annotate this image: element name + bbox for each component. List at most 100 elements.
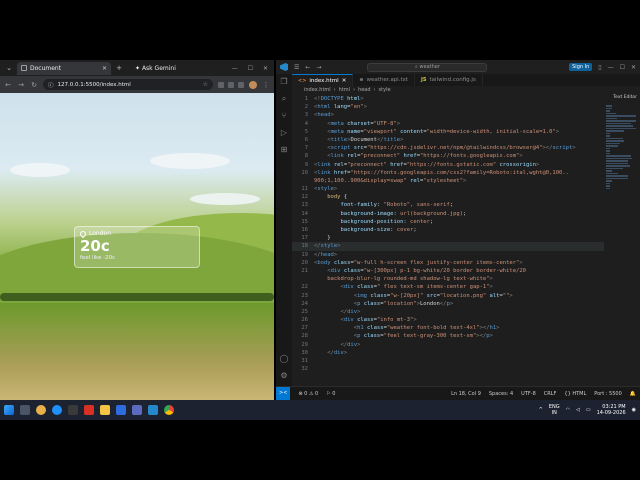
source-control-icon[interactable]: ⑂: [282, 112, 287, 120]
code-line[interactable]: 7 <script src="https://cdn.jsdelivr.net/…: [292, 144, 604, 152]
close-icon[interactable]: ✕: [102, 65, 107, 72]
code-line[interactable]: 11 <style>: [292, 185, 604, 193]
tab-tailwind-config[interactable]: JS tailwind.config.js: [415, 74, 483, 86]
address-bar[interactable]: ⓘ 127.0.0.1:5500/index.html ☆: [43, 79, 213, 90]
code-line[interactable]: 16 background-size: cover;: [292, 226, 604, 234]
code-line[interactable]: 25 </div>: [292, 308, 604, 316]
app-l-icon[interactable]: [84, 405, 94, 415]
clock[interactable]: 03:21 PM 14-09-2026: [597, 404, 626, 416]
code-line[interactable]: 30 </div>: [292, 349, 604, 357]
code-line[interactable]: 31: [292, 357, 604, 365]
code-line[interactable]: 32: [292, 365, 604, 373]
gear-icon[interactable]: ⚙: [280, 372, 287, 380]
code-line[interactable]: 21 <div class="w-[300px] p-1 bg-white/20…: [292, 267, 604, 275]
minimap[interactable]: Text Editor: [604, 95, 640, 386]
forward-icon[interactable]: →: [17, 81, 25, 89]
code-line[interactable]: 19 </head>: [292, 251, 604, 259]
code-line[interactable]: 18 </style>: [292, 242, 604, 251]
problems-indicator[interactable]: ⊗ 0 ⚠ 0: [298, 391, 318, 397]
code-line[interactable]: 6 <title>Document</title>: [292, 136, 604, 144]
code-line[interactable]: 10 <link href="https://fonts.googleapis.c…: [292, 169, 604, 177]
task-view-icon[interactable]: [20, 405, 30, 415]
back-arrow-icon[interactable]: ←: [305, 64, 310, 71]
bookmark-star-icon[interactable]: ☆: [203, 81, 208, 88]
code-line[interactable]: 26 <div class="info mt-3">: [292, 316, 604, 324]
layout-icon[interactable]: ▯: [598, 64, 601, 71]
minimize-icon[interactable]: —: [608, 64, 614, 71]
indentation[interactable]: Spaces: 4: [489, 391, 513, 397]
code-line[interactable]: 24 <p class="location">London</p>: [292, 300, 604, 308]
code-line[interactable]: 28 <p class="feel text-gray-300 text-sm"…: [292, 332, 604, 340]
wifi-icon[interactable]: ◠: [566, 407, 570, 413]
minimize-icon[interactable]: —: [232, 65, 238, 72]
ask-gemini-button[interactable]: ✦ Ask Gemini: [135, 65, 176, 72]
code-line[interactable]: 27 <h1 class="weather font-bold text-4xl…: [292, 324, 604, 332]
copilot-icon[interactable]: [36, 405, 46, 415]
tab-index-html[interactable]: <> index.html ✕: [292, 74, 354, 86]
browser-tab-document[interactable]: Document ✕: [17, 61, 111, 75]
volume-icon[interactable]: ◁: [576, 407, 580, 413]
code-line[interactable]: 13 font-family: "Roboto", sans-serif;: [292, 201, 604, 209]
breadcrumb-item[interactable]: head: [358, 87, 370, 93]
code-line[interactable]: backdrop-blur-lg rounded-md shadow-lg te…: [292, 275, 604, 283]
code-line[interactable]: 15 background-position: center;: [292, 218, 604, 226]
start-icon[interactable]: [4, 405, 14, 415]
maximize-icon[interactable]: ☐: [248, 65, 253, 72]
close-window-icon[interactable]: ✕: [263, 65, 268, 72]
live-server-port[interactable]: Port : 5500: [594, 391, 622, 397]
code-editor[interactable]: 1 <!DOCTYPE html> 2 <html lang="en"> 3 <head>…: [292, 95, 604, 386]
language-indicator[interactable]: ENG IN: [549, 404, 560, 416]
code-line[interactable]: 3 <head>: [292, 111, 604, 119]
photos-icon[interactable]: [116, 405, 126, 415]
maximize-icon[interactable]: ☐: [620, 64, 625, 71]
edge-icon[interactable]: [52, 405, 62, 415]
chrome-icon[interactable]: [164, 405, 174, 415]
tab-list-icon[interactable]: ⌄: [4, 64, 14, 72]
reload-icon[interactable]: ↻: [30, 81, 38, 89]
tab-weather-api[interactable]: ≡ weather.api.txt: [353, 74, 416, 86]
language-mode[interactable]: {} HTML: [564, 391, 586, 397]
code-line[interactable]: 22 <div class=" flex text-sm items-cente…: [292, 283, 604, 291]
code-line[interactable]: 17 }: [292, 234, 604, 242]
notification-icon[interactable]: ◉: [632, 407, 636, 413]
sign-in-button[interactable]: Sign In: [569, 63, 593, 71]
remote-indicator[interactable]: ><: [276, 387, 291, 400]
cursor-position[interactable]: Ln 18, Col 9: [451, 391, 481, 397]
code-line[interactable]: 23 <img class="w-[20px]" src="location.p…: [292, 292, 604, 300]
code-line[interactable]: 12 body {: [292, 193, 604, 201]
avatar[interactable]: [249, 80, 257, 89]
extension-icon[interactable]: [238, 81, 244, 88]
site-info-icon[interactable]: ⓘ: [48, 81, 54, 89]
ports-indicator[interactable]: ⚐ 0: [326, 391, 335, 397]
code-line[interactable]: 2 <html lang="en">: [292, 103, 604, 111]
run-debug-icon[interactable]: ▷: [281, 129, 287, 137]
breadcrumb-item[interactable]: style: [379, 87, 391, 93]
close-window-icon[interactable]: ✕: [631, 64, 636, 71]
code-line[interactable]: 900;1,100..900&display=swap" rel="styles…: [292, 177, 604, 185]
battery-icon[interactable]: ▭: [586, 407, 591, 413]
menu-icon[interactable]: ☰: [294, 64, 299, 71]
extensions-icon[interactable]: ⊞: [281, 146, 288, 154]
explorer-icon[interactable]: ❐: [280, 78, 287, 86]
breadcrumb-item[interactable]: index.html: [304, 87, 331, 93]
search-icon[interactable]: ⌕: [282, 95, 286, 103]
account-icon[interactable]: ◯: [280, 355, 289, 363]
code-line[interactable]: 8 <link rel="preconnect" href="https://f…: [292, 152, 604, 160]
bell-icon[interactable]: 🔔: [630, 391, 636, 397]
close-icon[interactable]: ✕: [342, 78, 347, 84]
code-line[interactable]: 20 <body class="w-full h-screen flex just…: [292, 259, 604, 267]
back-icon[interactable]: ←: [4, 81, 12, 89]
chevron-up-icon[interactable]: ^: [539, 407, 543, 413]
code-line[interactable]: 1 <!DOCTYPE html>: [292, 95, 604, 103]
new-tab-button[interactable]: +: [114, 64, 124, 72]
encoding[interactable]: UTF-8: [521, 391, 536, 397]
code-line[interactable]: 29 </div>: [292, 341, 604, 349]
app-icon[interactable]: [132, 405, 142, 415]
extension-icon[interactable]: [228, 81, 234, 88]
line-ending[interactable]: CRLF: [544, 391, 557, 397]
vscode-taskbar-icon[interactable]: [148, 405, 158, 415]
store-icon[interactable]: [68, 405, 78, 415]
code-line[interactable]: 4 <meta charset="UTF-8">: [292, 120, 604, 128]
breadcrumb-item[interactable]: html: [339, 87, 350, 93]
code-line[interactable]: 5 <meta name="viewport" content="width=d…: [292, 128, 604, 136]
